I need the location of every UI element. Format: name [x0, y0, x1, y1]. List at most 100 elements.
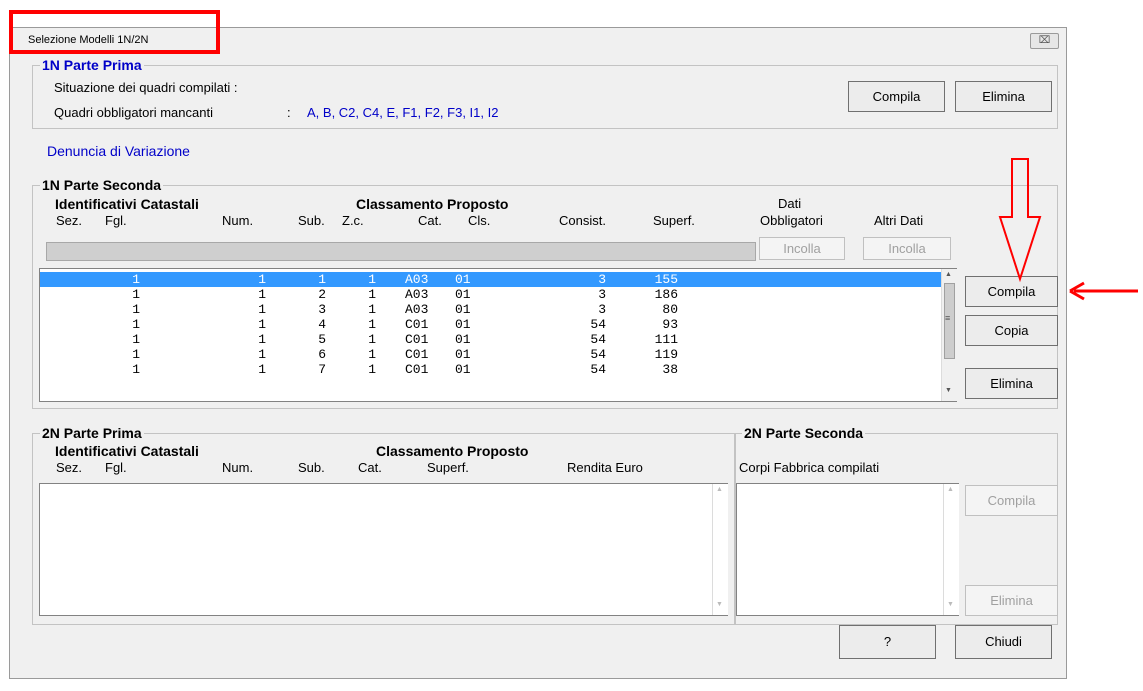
table-row[interactable]: 1 1 5 1 C01 01 54 111: [40, 332, 942, 347]
col-cat: Cat.: [418, 213, 442, 228]
table-cell: A03: [405, 272, 429, 287]
legend-2n-parte-prima: 2N Parte Prima: [40, 425, 144, 441]
table-row[interactable]: 1 1 3 1 A03 01 3 80: [40, 302, 942, 317]
col-zc: Z.c.: [342, 213, 364, 228]
table-cell: 1: [258, 302, 266, 317]
scroll-down-icon[interactable]: ▼: [945, 387, 952, 394]
scroll-up-icon[interactable]: ▲: [947, 486, 954, 493]
help-button[interactable]: ?: [839, 625, 936, 659]
scroll-down-icon[interactable]: ▼: [947, 601, 954, 608]
title-highlight-box: [9, 10, 220, 54]
elimina-1n-prima-button[interactable]: Elimina: [955, 81, 1052, 112]
incolla-dati-button[interactable]: Incolla: [759, 237, 845, 260]
table-cell: 1: [368, 362, 376, 377]
table-cell: 1: [318, 272, 326, 287]
table-row[interactable]: 1 1 6 1 C01 01 54 119: [40, 347, 942, 362]
table-cell: 1: [368, 347, 376, 362]
list-rows: 1 1 1 1 A03 01 3 155 1 1 2 1 A03 01 3 186 1 1 3 1 A03 01 3 80 1 1…: [40, 272, 942, 400]
classamento-header: Classamento Proposto: [356, 196, 509, 212]
table-cell: 01: [455, 317, 471, 332]
table-cell: 186: [654, 287, 678, 302]
compila-1n-prima-button[interactable]: Compila: [848, 81, 945, 112]
table-cell: 1: [258, 317, 266, 332]
table-row[interactable]: 1 1 2 1 A03 01 3 186: [40, 287, 942, 302]
col-sez: Sez.: [56, 213, 83, 228]
table-cell: C01: [405, 332, 429, 347]
table-cell: 1: [368, 317, 376, 332]
table-cell: 01: [455, 362, 471, 377]
chiudi-button[interactable]: Chiudi: [955, 625, 1052, 659]
table-cell: 3: [598, 302, 606, 317]
mancanti-separator: :: [287, 105, 291, 120]
table-cell: 38: [662, 362, 678, 377]
table-cell: C01: [405, 362, 429, 377]
mancanti-label: Quadri obbligatori mancanti: [54, 105, 213, 120]
table-cell: 1: [132, 362, 140, 377]
scroll-up-icon[interactable]: ▲: [945, 271, 952, 278]
table-cell: 1: [258, 287, 266, 302]
dati-header-line1: Dati: [778, 196, 802, 211]
elimina-2n-seconda-button[interactable]: Elimina: [965, 585, 1058, 616]
table-cell: 1: [368, 287, 376, 302]
legend-2n-parte-seconda: 2N Parte Seconda: [742, 425, 866, 441]
col2-superf: Superf.: [427, 460, 469, 475]
table-row[interactable]: 1 1 1 1 A03 01 3 155: [40, 272, 942, 287]
list-scrollbar[interactable]: ▲ ≡ ▼: [941, 269, 957, 401]
corpi-scrollbar[interactable]: ▲ ▼: [943, 484, 959, 615]
table-row[interactable]: 1 1 4 1 C01 01 54 93: [40, 317, 942, 332]
table-cell: 1: [258, 332, 266, 347]
mancanti-value: A, B, C2, C4, E, F1, F2, F3, I1, I2: [307, 105, 499, 120]
table-cell: 01: [455, 302, 471, 317]
table-cell: C01: [405, 317, 429, 332]
table-cell: 1: [132, 302, 140, 317]
down-arrow-annotation: [998, 158, 1042, 283]
table-cell: 6: [318, 347, 326, 362]
table-cell: 119: [654, 347, 678, 362]
col2-sub: Sub.: [298, 460, 325, 475]
table-cell: 1: [132, 317, 140, 332]
dati-header-line2: Obbligatori: [760, 213, 823, 228]
table-cell: 3: [598, 272, 606, 287]
scroll-up-icon[interactable]: ▲: [716, 486, 723, 493]
left-arrow-annotation: [1069, 281, 1138, 301]
table-cell: 1: [132, 332, 140, 347]
table-cell: 3: [318, 302, 326, 317]
legend-1n-parte-seconda: 1N Parte Seconda: [40, 177, 164, 193]
table-cell: 1: [258, 362, 266, 377]
edit-bar[interactable]: [46, 242, 756, 261]
col-fgl: Fgl.: [105, 213, 127, 228]
corpi-fabbrica-list[interactable]: ▲ ▼: [736, 483, 959, 616]
table-cell: A03: [405, 287, 429, 302]
table-cell: 1: [368, 332, 376, 347]
table-cell: 01: [455, 272, 471, 287]
table-cell: 2: [318, 287, 326, 302]
list-2n-scrollbar[interactable]: ▲ ▼: [712, 484, 728, 615]
close-button[interactable]: ⌧: [1030, 33, 1059, 49]
copia-button[interactable]: Copia: [965, 315, 1058, 346]
table-cell: 54: [590, 362, 606, 377]
col2-cat: Cat.: [358, 460, 382, 475]
table-cell: 54: [590, 347, 606, 362]
scroll-down-icon[interactable]: ▼: [716, 601, 723, 608]
col-consist: Consist.: [559, 213, 606, 228]
situazione-label: Situazione dei quadri compilati :: [54, 80, 238, 95]
models-2n-list[interactable]: ▲ ▼: [39, 483, 728, 616]
table-cell: 1: [132, 272, 140, 287]
table-row[interactable]: 1 1 7 1 C01 01 54 38: [40, 362, 942, 377]
table-cell: 5: [318, 332, 326, 347]
altri-dati-header: Altri Dati: [874, 213, 924, 228]
table-cell: 1: [132, 347, 140, 362]
col-num: Num.: [222, 213, 254, 228]
models-1n-list[interactable]: 1 1 1 1 A03 01 3 155 1 1 2 1 A03 01 3 186 1 1 3 1 A03 01 3 80 1 1…: [39, 268, 957, 402]
table-cell: 1: [132, 287, 140, 302]
elimina-1n-seconda-button[interactable]: Elimina: [965, 368, 1058, 399]
col-superf: Superf.: [653, 213, 695, 228]
col2-fgl: Fgl.: [105, 460, 127, 475]
identificativi-header: Identificativi Catastali: [55, 196, 199, 212]
table-cell: A03: [405, 302, 429, 317]
table-cell: 01: [455, 332, 471, 347]
incolla-altri-button[interactable]: Incolla: [863, 237, 951, 260]
col-sub: Sub.: [298, 213, 325, 228]
table-cell: 7: [318, 362, 326, 377]
compila-2n-seconda-button[interactable]: Compila: [965, 485, 1058, 516]
